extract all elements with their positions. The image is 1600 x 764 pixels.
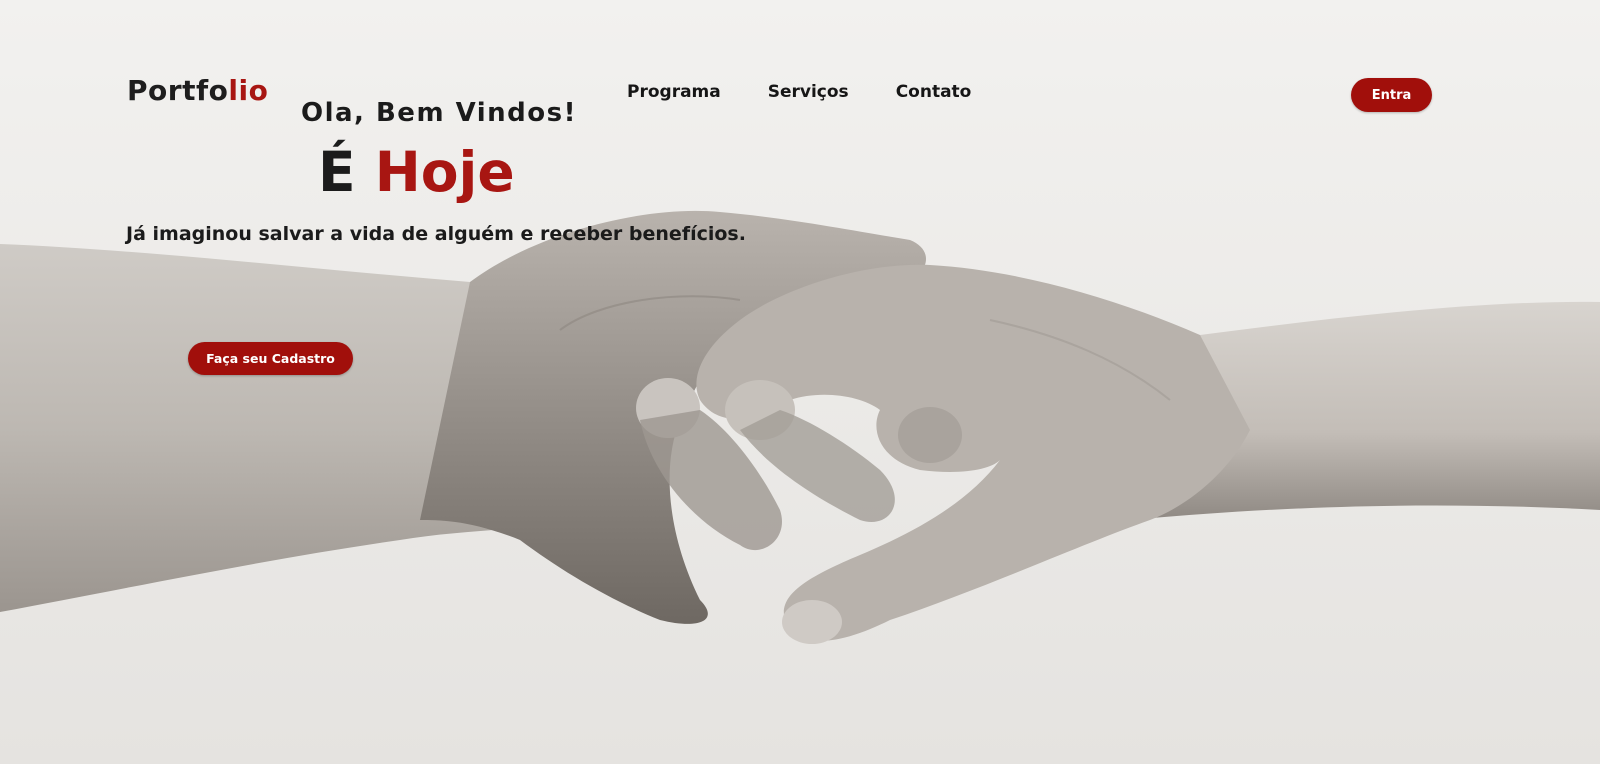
welcome-heading: Ola, Bem Vindos! <box>301 98 577 128</box>
logo[interactable]: Portfolio <box>127 74 268 107</box>
signup-button[interactable]: Faça seu Cadastro <box>188 342 353 375</box>
headline-part-1: É <box>318 140 356 204</box>
hero-subtitle: Já imaginou salvar a vida de alguém e re… <box>126 223 746 245</box>
headline-part-2: Hoje <box>374 140 515 204</box>
hero-headline: É Hoje <box>318 138 515 206</box>
nav-link-servicos[interactable]: Serviços <box>768 82 849 102</box>
hero-hands-image <box>0 0 1600 764</box>
login-button[interactable]: Entra <box>1351 78 1432 112</box>
nav-link-programa[interactable]: Programa <box>627 82 721 102</box>
nav-link-contato[interactable]: Contato <box>896 82 972 102</box>
main-nav: Programa Serviços Contato <box>627 82 971 102</box>
logo-text-prefix: Portfo <box>127 74 229 107</box>
logo-text-accent: lio <box>228 74 269 107</box>
